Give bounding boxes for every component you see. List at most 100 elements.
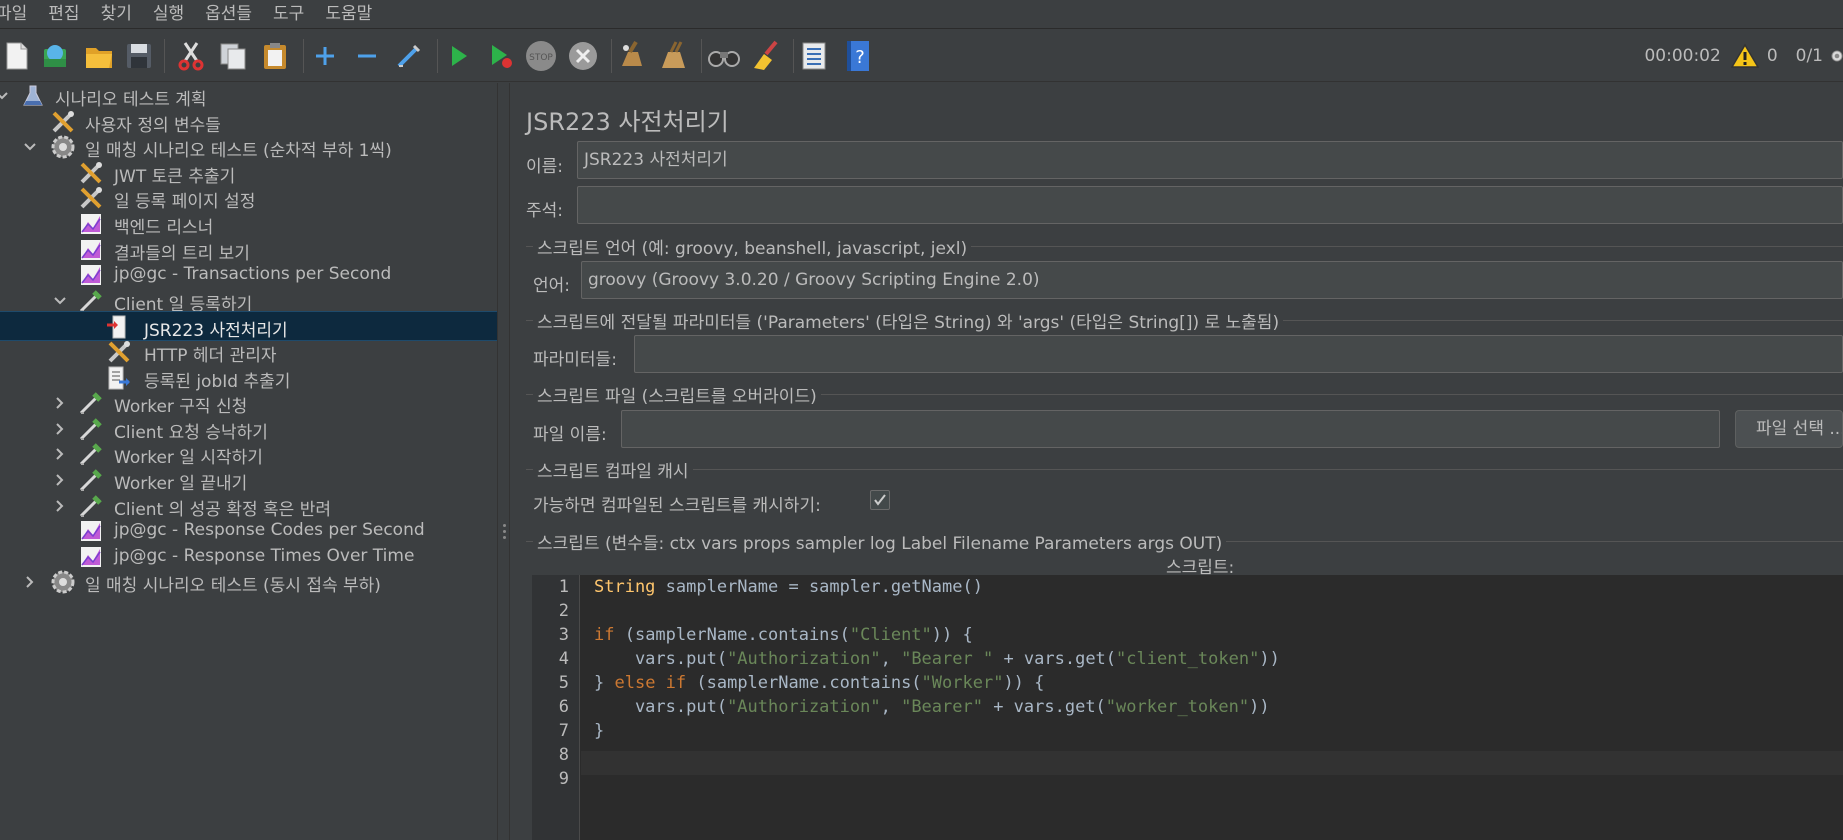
code-token: vars.put( — [594, 697, 728, 717]
file-browse-button[interactable]: 파일 선택 ... — [1735, 410, 1843, 448]
code-token: } — [594, 673, 615, 693]
copy-icon[interactable] — [216, 39, 250, 73]
code-token: if — [594, 625, 615, 645]
parameters-field[interactable] — [634, 335, 1843, 373]
cut-icon[interactable] — [174, 39, 208, 73]
thread-status-icon — [1831, 43, 1843, 69]
parameters-label: 파라미터들: — [533, 350, 617, 370]
code-token: "Bearer " — [901, 649, 994, 669]
sampler-icon — [78, 390, 104, 416]
clear-icon[interactable] — [615, 39, 649, 73]
menu-item[interactable]: 옵션들 — [194, 0, 262, 29]
sampler-icon — [78, 441, 104, 467]
shutdown-icon[interactable] — [566, 39, 600, 73]
status-area: 00:00:02 0 0/1 — [1636, 29, 1843, 82]
help-icon[interactable]: ? — [841, 39, 875, 73]
line-number: 8 — [558, 745, 569, 765]
code-token: )) { — [931, 625, 973, 645]
templates-icon[interactable] — [38, 39, 72, 73]
parameters-section-title: 스크립트에 전달될 파라미터들 ('Parameters' (타입은 Strin… — [533, 308, 1284, 333]
file-name-label: 파일 이름: — [533, 425, 607, 445]
menu-item[interactable]: 편집 — [37, 0, 89, 29]
menu-item[interactable]: 파일 — [0, 0, 37, 29]
config-element-icon — [78, 185, 104, 211]
comment-field[interactable] — [577, 186, 1843, 224]
code-token: "Authorization" — [727, 649, 881, 669]
code-token: "Client" — [849, 625, 932, 645]
menu-item[interactable]: 도구 — [262, 0, 314, 29]
tree-node-label: jp@gc - Response Times Over Time — [114, 546, 415, 566]
menu-item[interactable]: 도움말 — [314, 0, 382, 29]
paste-icon[interactable] — [258, 39, 292, 73]
file-name-field[interactable] — [621, 410, 1720, 448]
line-number-gutter: 1 2 3 4 5 6 7 8 9 — [532, 575, 580, 840]
sampler-icon — [78, 467, 104, 493]
code-token: samplerName = sampler.getName() — [655, 577, 983, 597]
stop-icon[interactable]: STOP — [524, 39, 558, 73]
code-token: , — [880, 649, 902, 669]
code-line: String samplerName = sampler.getName() — [594, 577, 983, 597]
code-line: vars.put("Authorization", "Bearer" + var… — [594, 697, 1270, 717]
element-editor: JSR223 사전처리기 이름: JSR223 사전처리기 주석: 스크립트 언… — [511, 83, 1843, 840]
code-token: "client_token" — [1116, 649, 1260, 669]
menu-bar: 파일 편집 찾기 실행 옵션들 도구 도움말 — [0, 0, 1843, 29]
menu-item[interactable]: 찾기 — [90, 0, 142, 29]
script-section-title: 스크립트 (변수들: ctx vars props sampler log La… — [533, 529, 1227, 554]
test-plan-tree: 시나리오 테스트 계획 사용자 정의 변수들 일 매칭 시나리오 테스트 (순차적 … — [0, 83, 497, 840]
script-file-section-title: 스크립트 파일 (스크립트를 오버라이드) — [533, 382, 821, 407]
language-section-title: 스크립트 언어 (예: groovy, beanshell, javascrip… — [533, 234, 972, 259]
code-line: vars.put("Authorization", "Bearer " + va… — [594, 649, 1280, 669]
language-label: 언어: — [533, 276, 571, 296]
chevron-right-icon[interactable] — [22, 567, 38, 597]
warning-count: 0 — [1766, 45, 1778, 66]
panel-splitter[interactable] — [497, 83, 510, 840]
language-select[interactable]: groovy (Groovy 3.0.20 / Groovy Scripting… — [581, 261, 1843, 299]
svg-text:?: ? — [855, 47, 865, 68]
save-icon[interactable] — [122, 39, 156, 73]
tree-node-label: 일 매칭 시나리오 테스트 (동시 접속 부하) — [85, 576, 381, 596]
thread-group-icon — [50, 134, 76, 160]
toggle-icon[interactable] — [392, 39, 426, 73]
code-token: } — [594, 721, 605, 741]
test-plan-icon — [20, 83, 46, 109]
cache-section-title: 스크립트 컴파일 캐시 — [533, 457, 693, 482]
code-line: } — [594, 721, 604, 741]
toolbar: STOP ? 00:00:02 0 0/1 — [0, 29, 1843, 82]
name-field[interactable]: JSR223 사전처리기 — [577, 141, 1843, 179]
elapsed-time: 00:00:02 — [1644, 45, 1721, 66]
thread-count: 0/1 — [1795, 45, 1823, 66]
collapse-icon[interactable] — [350, 39, 384, 73]
check-icon — [874, 494, 886, 506]
menu-item[interactable]: 실행 — [142, 0, 194, 29]
code-line: if (samplerName.contains("Client")) { — [594, 625, 973, 645]
tree-node-label: jp@gc - Response Codes per Second — [114, 520, 425, 540]
code-token: "Authorization" — [727, 697, 881, 717]
script-editor[interactable]: 1 2 3 4 5 6 7 8 9 String samplerName = sampler.g… — [532, 575, 1843, 840]
line-number: 5 — [558, 673, 569, 693]
start-no-pause-icon[interactable] — [484, 39, 518, 73]
cache-checkbox[interactable] — [870, 490, 890, 510]
code-token: "Bearer" — [901, 697, 983, 717]
tree-node[interactable]: 일 매칭 시나리오 테스트 (동시 접속 부하) — [0, 567, 497, 597]
code-token: (samplerName.contains( — [686, 673, 922, 693]
start-icon[interactable] — [442, 39, 476, 73]
code-token: else if — [614, 673, 687, 693]
new-icon[interactable] — [0, 39, 34, 73]
line-number: 4 — [558, 649, 569, 669]
line-number: 1 — [558, 577, 569, 597]
search-icon[interactable] — [707, 39, 741, 73]
reset-search-icon[interactable] — [749, 39, 783, 73]
thread-group-icon — [50, 569, 76, 595]
clear-all-icon[interactable] — [657, 39, 691, 73]
code-token: + vars.get( — [993, 649, 1117, 669]
svg-text:STOP: STOP — [529, 53, 553, 63]
open-icon[interactable] — [82, 39, 116, 73]
listener-icon — [78, 262, 104, 288]
code-token: String — [594, 577, 656, 597]
code-line: } else if (samplerName.contains("Worker"… — [594, 673, 1044, 693]
expand-icon[interactable] — [308, 39, 342, 73]
line-number: 9 — [558, 769, 569, 789]
config-element-icon — [106, 339, 132, 365]
function-helper-icon[interactable] — [797, 39, 831, 73]
warning-icon[interactable] — [1730, 43, 1759, 69]
